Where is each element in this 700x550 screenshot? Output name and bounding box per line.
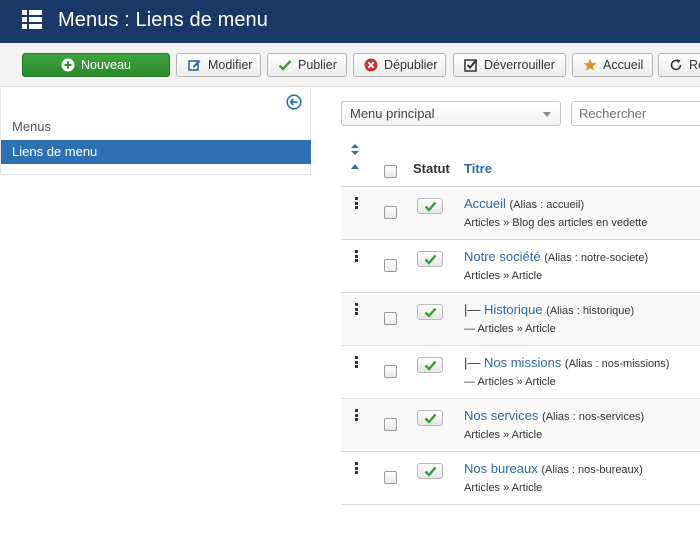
list-icon [22, 10, 42, 29]
sort-ordering-icon[interactable] [350, 143, 360, 171]
row-checkbox[interactable] [384, 471, 397, 484]
item-title: Nos bureaux (Alias : nos-bureaux) [464, 461, 643, 476]
new-button-label: Nouveau [80, 58, 132, 72]
publish-button[interactable]: Publier [267, 53, 347, 77]
rebuild-button-label: Re [689, 58, 700, 72]
drag-handle-icon[interactable] [355, 356, 358, 368]
item-alias: (Alias : notre-societe) [544, 252, 649, 264]
indent-prefix: |— [464, 302, 484, 317]
sidebar-item-menu-items[interactable]: Liens de menu [1, 140, 311, 164]
drag-handle-icon[interactable] [355, 250, 358, 262]
home-button-label: Accueil [603, 58, 644, 72]
star-icon [583, 58, 597, 71]
plus-circle-icon [61, 58, 75, 72]
menu-select[interactable]: Menu principal [341, 101, 561, 126]
checkin-button-label: Déverrouiller [484, 58, 555, 72]
item-link[interactable]: Historique [484, 302, 543, 317]
table-row: Accueil (Alias : accueil) Articles » Blo… [341, 187, 700, 240]
item-title: Accueil (Alias : accueil) [464, 196, 584, 211]
item-type: — Articles » Article [464, 323, 556, 335]
edit-button[interactable]: Modifier [176, 53, 261, 77]
row-checkbox[interactable] [384, 206, 397, 219]
edit-icon [188, 60, 201, 71]
sidebar-item-menus[interactable]: Menus [1, 115, 311, 139]
search-input[interactable] [571, 101, 700, 126]
item-type: Articles » Blog des articles en vedette [464, 217, 648, 229]
item-title: Notre société (Alias : notre-societe) [464, 249, 648, 264]
table-row: Nos services (Alias : nos-services) Arti… [341, 399, 700, 452]
new-button[interactable]: Nouveau [22, 53, 170, 77]
item-alias: (Alias : nos-missions) [564, 358, 670, 370]
item-alias: (Alias : historique) [546, 305, 635, 317]
drag-handle-icon[interactable] [355, 303, 358, 315]
item-type: Articles » Article [464, 429, 543, 441]
check-icon [424, 307, 437, 318]
checkbox-icon [464, 59, 478, 72]
item-title: |— Historique (Alias : historique) [464, 302, 634, 317]
status-toggle-button[interactable] [417, 463, 443, 479]
item-link[interactable]: Nos services [464, 408, 538, 423]
status-toggle-button[interactable] [417, 357, 443, 373]
table-row: Nos bureaux (Alias : nos-bureaux) Articl… [341, 452, 700, 505]
checkin-button[interactable]: Déverrouiller [453, 53, 566, 77]
status-toggle-button[interactable] [417, 304, 443, 320]
select-all-checkbox[interactable] [384, 165, 397, 178]
check-icon [424, 254, 437, 265]
drag-handle-icon[interactable] [355, 462, 358, 474]
item-link[interactable]: Nos missions [484, 355, 561, 370]
sidebar: Menus Liens de menu [0, 88, 311, 175]
menu-select-value: Menu principal [350, 106, 435, 121]
item-alias: (Alias : nos-services) [542, 411, 645, 423]
status-toggle-button[interactable] [417, 410, 443, 426]
item-title: |— Nos missions (Alias : nos-missions) [464, 355, 669, 370]
publish-button-label: Publier [298, 58, 337, 72]
refresh-icon [670, 59, 682, 71]
row-checkbox[interactable] [384, 418, 397, 431]
row-checkbox[interactable] [384, 365, 397, 378]
unpublish-button-label: Dépublier [384, 58, 438, 72]
check-icon [424, 466, 437, 477]
table-row: Notre société (Alias : notre-societe) Ar… [341, 240, 700, 293]
item-type: Articles » Article [464, 270, 543, 282]
item-link[interactable]: Notre société [464, 249, 541, 264]
unpublish-button[interactable]: Dépublier [353, 53, 446, 77]
edit-button-label: Modifier [208, 58, 253, 72]
item-type: Articles » Article [464, 482, 543, 494]
drag-handle-icon[interactable] [355, 409, 358, 421]
top-header: Menus : Liens de menu [0, 0, 700, 43]
table-row: |— Nos missions (Alias : nos-missions) —… [341, 346, 700, 399]
item-link[interactable]: Accueil [464, 196, 506, 211]
row-checkbox[interactable] [384, 259, 397, 272]
status-toggle-button[interactable] [417, 251, 443, 267]
check-icon [278, 60, 292, 71]
item-alias: (Alias : nos-bureaux) [541, 464, 643, 476]
item-link[interactable]: Nos bureaux [464, 461, 538, 476]
row-checkbox[interactable] [384, 312, 397, 325]
toolbar: Nouveau Modifier Publier Dépublier Déver… [0, 43, 700, 87]
column-header-title[interactable]: Titre [464, 161, 492, 176]
drag-handle-icon[interactable] [355, 197, 358, 209]
collapse-sidebar-icon[interactable] [286, 94, 302, 110]
check-icon [424, 413, 437, 424]
item-title: Nos services (Alias : nos-services) [464, 408, 644, 423]
status-toggle-button[interactable] [417, 198, 443, 214]
check-icon [424, 201, 437, 212]
table-row: |— Historique (Alias : historique) — Art… [341, 293, 700, 346]
page-title: Menus : Liens de menu [58, 9, 269, 31]
chevron-down-icon [543, 112, 551, 117]
item-type: — Articles » Article [464, 376, 556, 388]
column-header-status[interactable]: Statut [413, 161, 450, 176]
indent-prefix: |— [464, 355, 484, 370]
unpublish-icon [364, 58, 378, 72]
home-button[interactable]: Accueil [572, 53, 653, 77]
check-icon [424, 360, 437, 371]
item-alias: (Alias : accueil) [509, 199, 585, 211]
rebuild-button[interactable]: Re [658, 53, 700, 77]
